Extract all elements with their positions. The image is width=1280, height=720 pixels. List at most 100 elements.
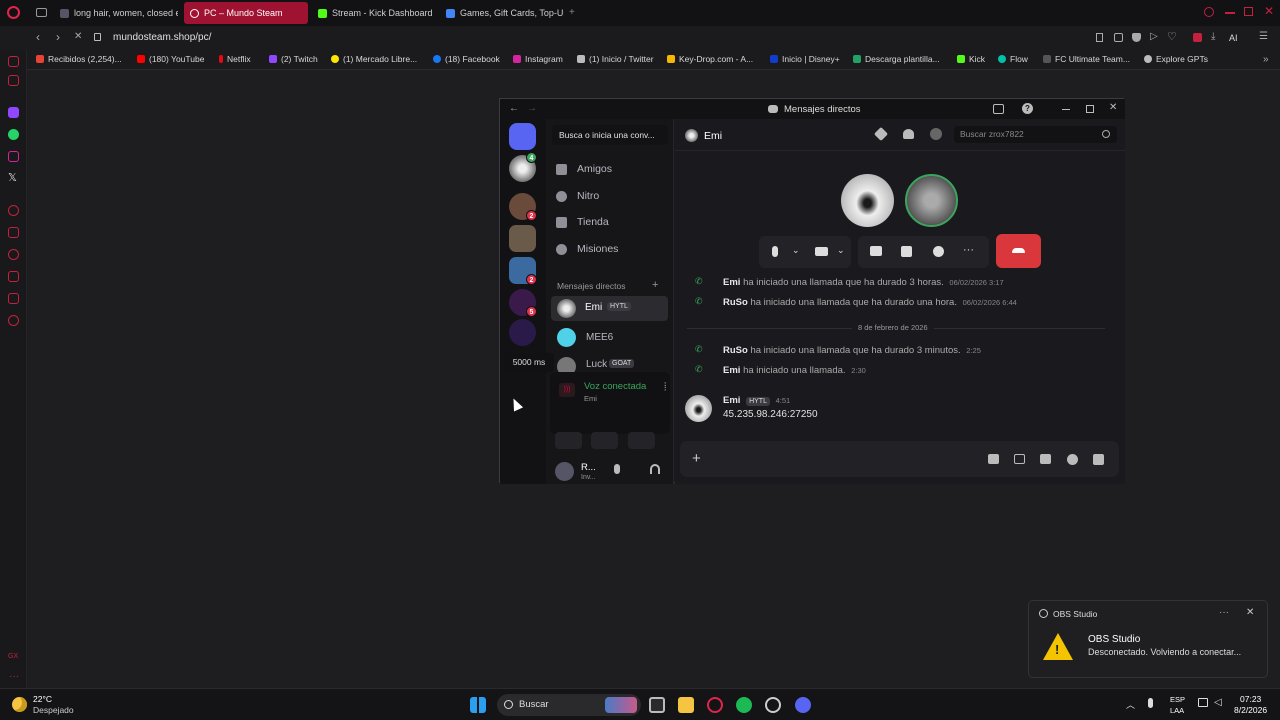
gift-icon[interactable] [988, 454, 999, 464]
network-icon[interactable] [1198, 698, 1208, 707]
activities-icon[interactable] [901, 246, 912, 257]
server-avatar-5[interactable]: 5 [509, 289, 537, 317]
bookmark-icon[interactable] [1096, 33, 1103, 42]
close-icon[interactable]: ✕ [1109, 102, 1117, 113]
discord-home-icon[interactable] [509, 123, 536, 150]
chevron-down-icon[interactable]: ⌄ [837, 245, 845, 256]
more-icon[interactable]: ··· [963, 244, 974, 256]
screen-share-button[interactable] [591, 432, 618, 449]
clock-time[interactable]: 07:23 [1240, 694, 1261, 704]
vpn-shield-icon[interactable] [1132, 33, 1141, 42]
nav-tienda[interactable]: Tienda [556, 212, 609, 232]
apps-icon[interactable] [1093, 454, 1104, 465]
extension-icon[interactable] [1193, 33, 1202, 42]
new-tab-icon[interactable]: + [569, 8, 575, 18]
avatar[interactable] [555, 462, 574, 481]
chat-search-input[interactable]: Buscar zrox7822 [954, 126, 1117, 143]
headphones-icon[interactable] [650, 464, 660, 474]
weather-icon[interactable] [12, 697, 27, 712]
tab-games-gift-cards[interactable]: Games, Gift Cards, Top-Up [440, 2, 564, 24]
whatsapp-icon[interactable] [8, 129, 19, 140]
sticker-icon[interactable] [1040, 454, 1051, 464]
maximize-icon[interactable] [1244, 7, 1253, 16]
server-avatar-3[interactable] [509, 225, 536, 252]
dm-item-emi[interactable]: Emi HYTL [551, 296, 668, 321]
screen-share-icon[interactable] [870, 246, 882, 256]
task-view-icon[interactable] [649, 697, 665, 713]
help-icon[interactable]: ? [1022, 103, 1033, 114]
back-icon[interactable]: ‹ [36, 31, 40, 43]
server-avatar-4[interactable]: 2 [509, 257, 537, 285]
chevron-down-icon[interactable]: ⌄ [792, 245, 800, 256]
stop-icon[interactable]: ✕ [74, 32, 82, 42]
message-author[interactable]: RuSo [723, 345, 748, 356]
extensions-icon[interactable] [8, 293, 19, 304]
lang-top[interactable]: ESP [1170, 695, 1185, 704]
hangup-button[interactable] [996, 234, 1041, 268]
bookmark-youtube[interactable]: (180) YouTube [137, 54, 204, 64]
history-icon[interactable] [8, 249, 19, 260]
add-friends-icon[interactable] [903, 129, 914, 139]
message-author[interactable]: RuSo [723, 297, 748, 308]
windows-start-icon[interactable] [470, 697, 486, 713]
pin-icon[interactable] [873, 126, 889, 142]
call-avatar-self[interactable] [905, 174, 958, 227]
player-icon[interactable] [8, 205, 19, 216]
discord-icon[interactable] [795, 697, 811, 713]
mic-button[interactable]: ⌄ ⌄ [759, 236, 851, 268]
nav-amigos[interactable]: Amigos [556, 159, 612, 179]
message-composer[interactable]: + [680, 441, 1119, 477]
activities-button[interactable] [628, 432, 655, 449]
bookmark-flow[interactable]: Flow [998, 54, 1028, 64]
search-tabs-icon[interactable] [1204, 7, 1214, 17]
call-avatar-emi[interactable] [841, 174, 894, 227]
bookmark-netflix[interactable]: Netflix [219, 54, 251, 64]
dm-search-button[interactable]: Busca o inicia una conv... [552, 125, 668, 145]
settings-icon[interactable] [8, 315, 19, 326]
bookmark-fc-ultimate[interactable]: FC Ultimate Team... [1043, 54, 1130, 64]
emoji-icon[interactable] [1067, 454, 1078, 465]
profile-icon[interactable] [930, 128, 942, 140]
tab-overview-icon[interactable] [36, 8, 47, 17]
music-icon[interactable] [8, 75, 19, 86]
spotify-icon[interactable] [736, 697, 752, 713]
message-author[interactable]: Emi [723, 365, 740, 376]
instagram-icon[interactable] [8, 151, 19, 162]
mic-icon[interactable] [614, 464, 620, 474]
bookmark-instagram[interactable]: Instagram [513, 54, 563, 64]
pinboard-icon[interactable] [8, 227, 19, 238]
close-icon[interactable]: ✕ [1246, 607, 1254, 618]
opera-logo-icon[interactable] [7, 6, 20, 19]
back-icon[interactable]: ← [509, 104, 519, 114]
bookmark-gmail[interactable]: Recibidos (2,254)... [36, 54, 122, 64]
url-field[interactable]: mundosteam.shop/pc/ [113, 32, 211, 43]
messenger-icon[interactable] [8, 56, 19, 67]
gif-icon[interactable] [1014, 454, 1025, 464]
steam-icon[interactable] [765, 697, 781, 713]
obs-notification[interactable]: OBS Studio ··· ✕ ! OBS Studio Desconecta… [1028, 600, 1268, 678]
forward-icon[interactable]: → [527, 104, 537, 114]
close-icon[interactable]: ✕ [1264, 5, 1274, 17]
chevron-up-icon[interactable]: ︿ [1126, 698, 1135, 711]
minimize-icon[interactable] [1225, 12, 1235, 14]
bookmark-mercado-libre[interactable]: (1) Mercado Libre... [331, 54, 417, 64]
bookmark-disney[interactable]: Inicio | Disney+ [770, 54, 840, 64]
x-icon[interactable]: 𝕏 [8, 173, 17, 184]
camera-off-icon[interactable] [815, 247, 828, 256]
twitch-icon[interactable] [8, 107, 19, 118]
server-avatar-6[interactable] [509, 319, 536, 346]
heart-icon[interactable]: ♡ [1167, 32, 1177, 43]
server-avatar-2[interactable]: 2 [509, 193, 537, 221]
more-icon[interactable]: ··· [1219, 607, 1229, 618]
maximize-icon[interactable] [1086, 105, 1094, 113]
gx-icon[interactable]: GX [8, 652, 18, 662]
bookmark-twitter[interactable]: (1) Inicio / Twitter [577, 54, 654, 64]
bookmark-kick[interactable]: Kick [957, 54, 985, 64]
video-off-button[interactable] [555, 432, 582, 449]
minimize-icon[interactable] [1062, 109, 1070, 110]
attach-icon[interactable]: + [692, 450, 701, 467]
bookmark-twitch[interactable]: (2) Twitch [269, 54, 318, 64]
bookmark-gpts[interactable]: Explore GPTs [1144, 54, 1208, 64]
message-author[interactable]: Emi [723, 395, 740, 406]
opera-gx-icon[interactable] [707, 697, 723, 713]
